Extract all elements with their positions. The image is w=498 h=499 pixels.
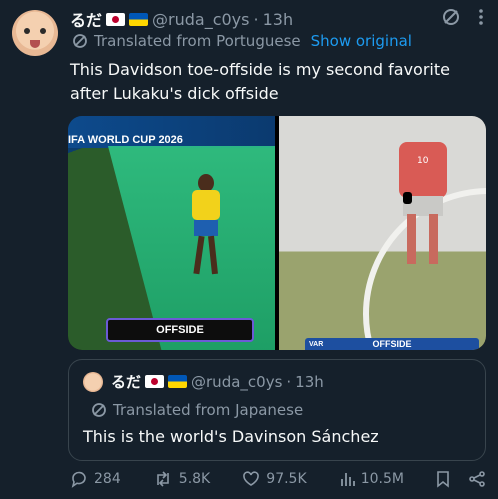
quoted-author-name[interactable]: るだ <box>111 371 141 392</box>
translation-label: Translated from Portuguese <box>94 32 301 50</box>
views-icon <box>339 470 355 488</box>
quoted-author-avatar[interactable] <box>83 372 103 392</box>
quoted-translation-label: Translated from Japanese <box>113 401 304 419</box>
quoted-post-time[interactable]: 13h <box>295 373 324 391</box>
avatar-eye <box>24 28 30 34</box>
translate-icon <box>72 33 88 49</box>
share-icon[interactable] <box>468 470 486 488</box>
quoted-translation-row: Translated from Japanese <box>91 401 303 419</box>
author-avatar[interactable] <box>12 10 58 56</box>
header-actions <box>442 8 484 26</box>
quoted-post[interactable]: るだ @ruda_c0ys · 13h Translated from Japa… <box>68 359 486 461</box>
japan-flag-icon <box>106 12 126 26</box>
quoted-header: るだ @ruda_c0ys · 13h <box>111 371 324 392</box>
japan-flag-icon <box>145 375 165 388</box>
repost-icon <box>153 470 173 488</box>
translation-row: Translated from Portuguese Show original <box>72 32 412 50</box>
more-options-icon[interactable] <box>478 8 484 26</box>
translate-icon <box>91 402 107 418</box>
author-name[interactable]: るだ <box>70 7 102 31</box>
offside-caption-right: VAR OFFSIDE <box>305 338 479 350</box>
show-original-link[interactable]: Show original <box>311 32 412 50</box>
secondary-actions <box>436 470 486 488</box>
repost-button[interactable]: 5.8K <box>153 470 210 488</box>
player-figure <box>186 168 226 280</box>
ukraine-flag-icon <box>168 375 188 388</box>
views-button[interactable]: 10.5M <box>339 470 404 488</box>
censor-mark <box>403 192 412 204</box>
offside-caption-left: OFFSIDE <box>106 318 254 342</box>
offside-caption-right-text: OFFSIDE <box>372 339 412 349</box>
var-tag: VAR <box>309 340 324 348</box>
like-count: 97.5K <box>266 471 307 487</box>
post-media[interactable]: IFA WORLD CUP 2026 OFFSIDE 10 VAR OFFSID… <box>68 116 486 350</box>
heart-icon <box>242 470 260 488</box>
media-right-panel[interactable]: 10 VAR OFFSIDE <box>279 116 486 350</box>
player-figure-red: 10 <box>389 122 459 272</box>
views-count: 10.5M <box>360 471 404 487</box>
quoted-text: This is the world's Davinson Sánchez <box>83 427 379 446</box>
reply-count: 284 <box>94 471 121 487</box>
avatar-mouth <box>30 40 40 48</box>
like-button[interactable]: 97.5K <box>242 470 307 488</box>
media-left-panel[interactable]: IFA WORLD CUP 2026 OFFSIDE <box>68 116 275 350</box>
action-bar: 284 5.8K 97.5K 10.5M <box>70 470 486 488</box>
author-handle[interactable]: @ruda_c0ys <box>152 10 249 29</box>
repost-count: 5.8K <box>178 471 211 487</box>
post-time[interactable]: 13h <box>263 10 294 29</box>
reply-button[interactable]: 284 <box>70 470 121 488</box>
quoted-author-handle[interactable]: @ruda_c0ys <box>191 373 282 391</box>
ukraine-flag-icon <box>129 12 149 26</box>
avatar-eye <box>40 28 46 34</box>
grok-icon[interactable] <box>442 8 460 26</box>
separator-dot: · <box>286 372 292 391</box>
separator-dot: · <box>253 9 259 29</box>
post-text: This Davidson toe-offside is my second f… <box>70 60 450 103</box>
post-header: るだ @ruda_c0ys · 13h <box>70 7 294 31</box>
reply-icon <box>70 470 88 488</box>
bookmark-icon[interactable] <box>436 470 450 488</box>
world-cup-banner: IFA WORLD CUP 2026 <box>68 134 183 146</box>
